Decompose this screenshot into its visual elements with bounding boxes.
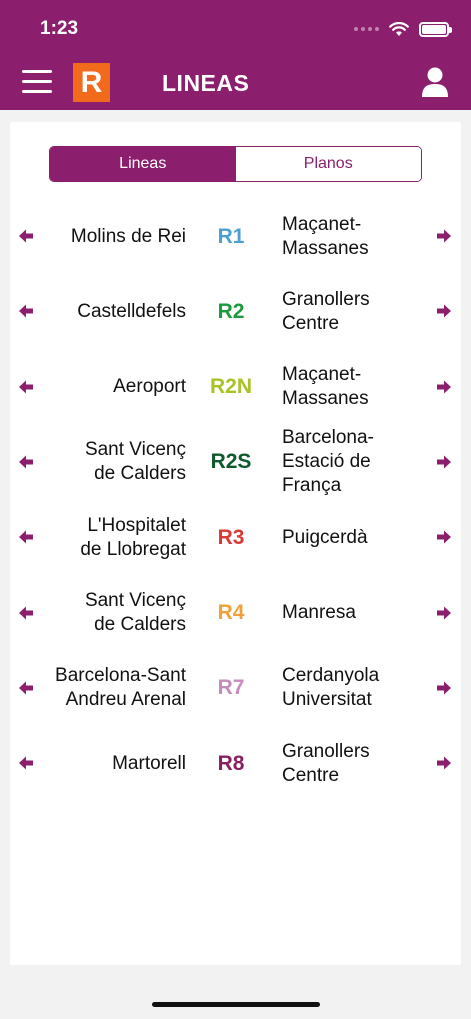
arrow-right-icon[interactable]: [436, 529, 452, 545]
arrow-right-icon[interactable]: [436, 228, 452, 244]
line-row-r2n[interactable]: Aeroport R2N Maçanet- Massanes: [10, 350, 461, 425]
arrow-right-icon[interactable]: [436, 379, 452, 395]
line-code: R8: [217, 751, 245, 775]
line-destination: Puigcerdà: [282, 526, 368, 548]
battery-icon: [419, 21, 452, 37]
arrow-right-icon[interactable]: [436, 454, 452, 470]
status-icons: [354, 20, 452, 38]
line-destination: Manresa: [282, 602, 356, 623]
line-code: R7: [217, 676, 245, 700]
line-origin: L'Hospitalet de Llobregat: [80, 514, 186, 560]
line-destination: Maçanet- Massanes: [282, 213, 369, 259]
hamburger-icon: [22, 70, 52, 73]
line-origin: Sant Vicenç de Calders: [84, 590, 186, 635]
status-bar: 1:23: [0, 0, 471, 56]
menu-button[interactable]: [22, 70, 52, 94]
line-row-r7[interactable]: Barcelona-Sant Andreu Arenal R7 Cerdanyola U…: [10, 651, 461, 726]
line-code: R2: [217, 299, 245, 323]
line-destination: Granollers Centre: [282, 740, 370, 786]
line-origin: Molins de Rei: [70, 225, 186, 247]
page-title: LINEAS: [162, 70, 250, 96]
line-destination: Barcelona- Estació de França: [282, 427, 374, 497]
user-profile-icon[interactable]: [421, 66, 449, 98]
app-logo: R: [73, 63, 110, 102]
line-code: R2S: [210, 450, 252, 474]
line-row-r4[interactable]: Sant Vicenç de Calders R4 Manresa: [10, 576, 461, 651]
signal-icon: [354, 27, 379, 31]
tab-lineas[interactable]: Lineas: [50, 147, 236, 181]
line-destination: Granollers Centre: [282, 288, 370, 334]
lines-card: Lineas Planos Molins de Rei R1 Maçanet- Mas…: [10, 122, 461, 965]
line-destination: Maçanet- Massanes: [282, 364, 369, 410]
line-origin: Aeroport: [113, 376, 186, 398]
line-row-r2s[interactable]: Sant Vicenç de Calders R2S Barcelona- Estaci…: [10, 425, 461, 500]
arrow-right-icon[interactable]: [436, 755, 452, 771]
line-origin: Martorell: [112, 752, 186, 774]
status-time: 1:23: [40, 18, 79, 39]
line-origin: Sant Vicenç de Calders: [84, 439, 186, 485]
tab-planos[interactable]: Planos: [235, 147, 421, 181]
line-code: R3: [217, 525, 245, 549]
line-code: R4: [217, 601, 245, 624]
app-header: 1:23 R LINEAS: [0, 0, 471, 110]
home-indicator[interactable]: [152, 1002, 320, 1007]
line-code: R1: [217, 224, 245, 248]
arrow-right-icon[interactable]: [436, 680, 452, 696]
line-origin: Castelldefels: [77, 300, 186, 322]
line-origin: Barcelona-Sant Andreu Arenal: [55, 665, 186, 711]
arrow-right-icon[interactable]: [436, 605, 452, 621]
nav-bar: R LINEAS: [0, 56, 471, 110]
line-destination: Cerdanyola Universitat: [282, 665, 380, 711]
arrow-right-icon[interactable]: [436, 303, 452, 319]
wifi-icon: [389, 21, 409, 36]
line-row-r2[interactable]: Castelldefels R2 Granollers Centre: [10, 274, 461, 349]
line-row-r8[interactable]: Martorell R8 Granollers Centre: [10, 726, 461, 801]
view-switcher: Lineas Planos: [49, 146, 422, 182]
line-row-r1[interactable]: Molins de Rei R1 Maçanet- Massanes: [10, 199, 461, 274]
line-row-r3[interactable]: L'Hospitalet de Llobregat R3 Puigcerdà: [10, 500, 461, 575]
line-code: R2N: [209, 375, 252, 399]
